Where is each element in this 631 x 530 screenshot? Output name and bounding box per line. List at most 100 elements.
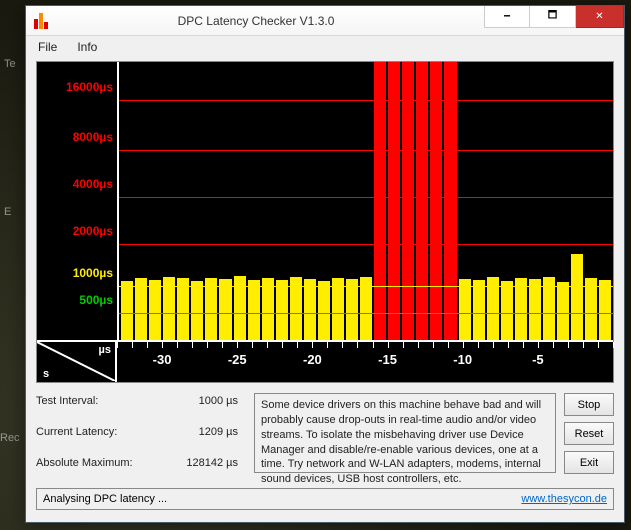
x-tick <box>327 342 328 348</box>
vendor-link[interactable]: www.thesycon.de <box>521 493 607 505</box>
chart-y-axis: 500µs1000µs2000µs4000µs8000µs16000µs <box>37 62 117 340</box>
x-tick <box>222 342 223 348</box>
x-tick <box>508 342 509 348</box>
x-tick <box>403 342 404 348</box>
latency-chart: 500µs1000µs2000µs4000µs8000µs16000µs µs … <box>36 61 614 383</box>
y-tick-label: 4000µs <box>73 177 113 191</box>
x-tick <box>312 342 313 348</box>
x-tick <box>147 342 148 348</box>
latency-bar <box>529 279 541 340</box>
x-tick <box>117 342 118 348</box>
latency-bar <box>473 280 485 340</box>
reset-button[interactable]: Reset <box>564 422 614 445</box>
x-tick <box>448 342 449 348</box>
latency-bar <box>191 281 203 340</box>
y-tick-label: 1000µs <box>73 266 113 280</box>
x-tick <box>373 342 374 348</box>
latency-bar <box>430 62 442 340</box>
latency-bar <box>571 254 583 340</box>
x-tick <box>237 342 238 348</box>
latency-bar <box>388 62 400 340</box>
menu-file[interactable]: File <box>30 38 65 56</box>
latency-bar <box>304 279 316 340</box>
x-tick <box>553 342 554 348</box>
x-tick-label: -10 <box>453 352 472 367</box>
x-tick <box>162 342 163 348</box>
x-tick <box>192 342 193 348</box>
latency-bar <box>444 62 456 340</box>
x-tick <box>132 342 133 348</box>
info-row: Test Interval: 1000 µs Current Latency: … <box>36 393 614 474</box>
latency-bar <box>599 280 611 340</box>
latency-bar <box>135 278 147 340</box>
absolute-max-value: 128142 µs <box>146 457 246 474</box>
latency-bar <box>557 282 569 340</box>
desktop-fragment: E <box>4 206 11 218</box>
x-tick-label: -25 <box>228 352 247 367</box>
x-tick <box>463 342 464 348</box>
menu-bar: File Info <box>26 36 624 57</box>
desktop-fragment: Te <box>4 58 16 70</box>
x-tick <box>583 342 584 348</box>
x-tick <box>418 342 419 348</box>
x-tick <box>342 342 343 348</box>
latency-bar <box>346 279 358 340</box>
y-tick-label: 500µs <box>79 293 113 307</box>
chart-axis-corner: µs s <box>37 342 117 382</box>
latency-bar <box>121 281 133 340</box>
latency-bar <box>374 62 386 340</box>
latency-bar <box>459 279 471 340</box>
x-tick-label: -5 <box>532 352 544 367</box>
x-tick <box>523 342 524 348</box>
latency-bar <box>416 62 428 340</box>
desktop-fragment: Rec <box>0 432 20 444</box>
x-tick <box>177 342 178 348</box>
app-icon <box>34 13 50 29</box>
app-window: DPC Latency Checker V1.3.0 🗕 🗖 ✕ File In… <box>25 5 625 523</box>
absolute-max-label: Absolute Maximum: <box>36 457 146 474</box>
x-tick <box>357 342 358 348</box>
latency-bar <box>248 280 260 340</box>
latency-bar <box>585 278 597 340</box>
latency-bar <box>402 62 414 340</box>
latency-bar <box>515 278 527 340</box>
stats-grid: Test Interval: 1000 µs Current Latency: … <box>36 393 246 474</box>
exit-button[interactable]: Exit <box>564 451 614 474</box>
latency-bar <box>501 281 513 340</box>
x-tick <box>297 342 298 348</box>
x-tick <box>493 342 494 348</box>
latency-bar <box>276 280 288 340</box>
x-tick <box>388 342 389 348</box>
gridline <box>119 150 613 151</box>
stop-button[interactable]: Stop <box>564 393 614 416</box>
diagnostic-message: Some device drivers on this machine beha… <box>254 393 556 473</box>
window-title: DPC Latency Checker V1.3.0 <box>58 14 454 28</box>
current-latency-value: 1209 µs <box>146 426 246 443</box>
minimize-button[interactable]: 🗕 <box>484 6 530 28</box>
status-text: Analysing DPC latency ... <box>43 493 167 505</box>
x-tick <box>598 342 599 348</box>
latency-bar <box>318 281 330 340</box>
gridline <box>119 100 613 101</box>
latency-bar <box>149 280 161 340</box>
x-tick <box>433 342 434 348</box>
latency-bar <box>177 278 189 340</box>
y-unit-label: µs <box>99 344 111 356</box>
x-unit-label: s <box>43 368 49 380</box>
x-tick-label: -15 <box>378 352 397 367</box>
gridline <box>119 197 613 198</box>
test-interval-value: 1000 µs <box>146 395 246 412</box>
menu-info[interactable]: Info <box>69 38 105 56</box>
x-tick <box>252 342 253 348</box>
x-tick <box>613 342 614 348</box>
maximize-button[interactable]: 🗖 <box>530 6 576 28</box>
close-button[interactable]: ✕ <box>576 6 624 28</box>
title-bar[interactable]: DPC Latency Checker V1.3.0 🗕 🗖 ✕ <box>26 6 624 36</box>
status-bar: Analysing DPC latency ... www.thesycon.d… <box>36 488 614 510</box>
x-tick <box>207 342 208 348</box>
x-tick <box>282 342 283 348</box>
chart-plot-area <box>117 62 613 340</box>
latency-bar <box>219 279 231 340</box>
x-tick <box>568 342 569 348</box>
gridline <box>119 286 613 287</box>
